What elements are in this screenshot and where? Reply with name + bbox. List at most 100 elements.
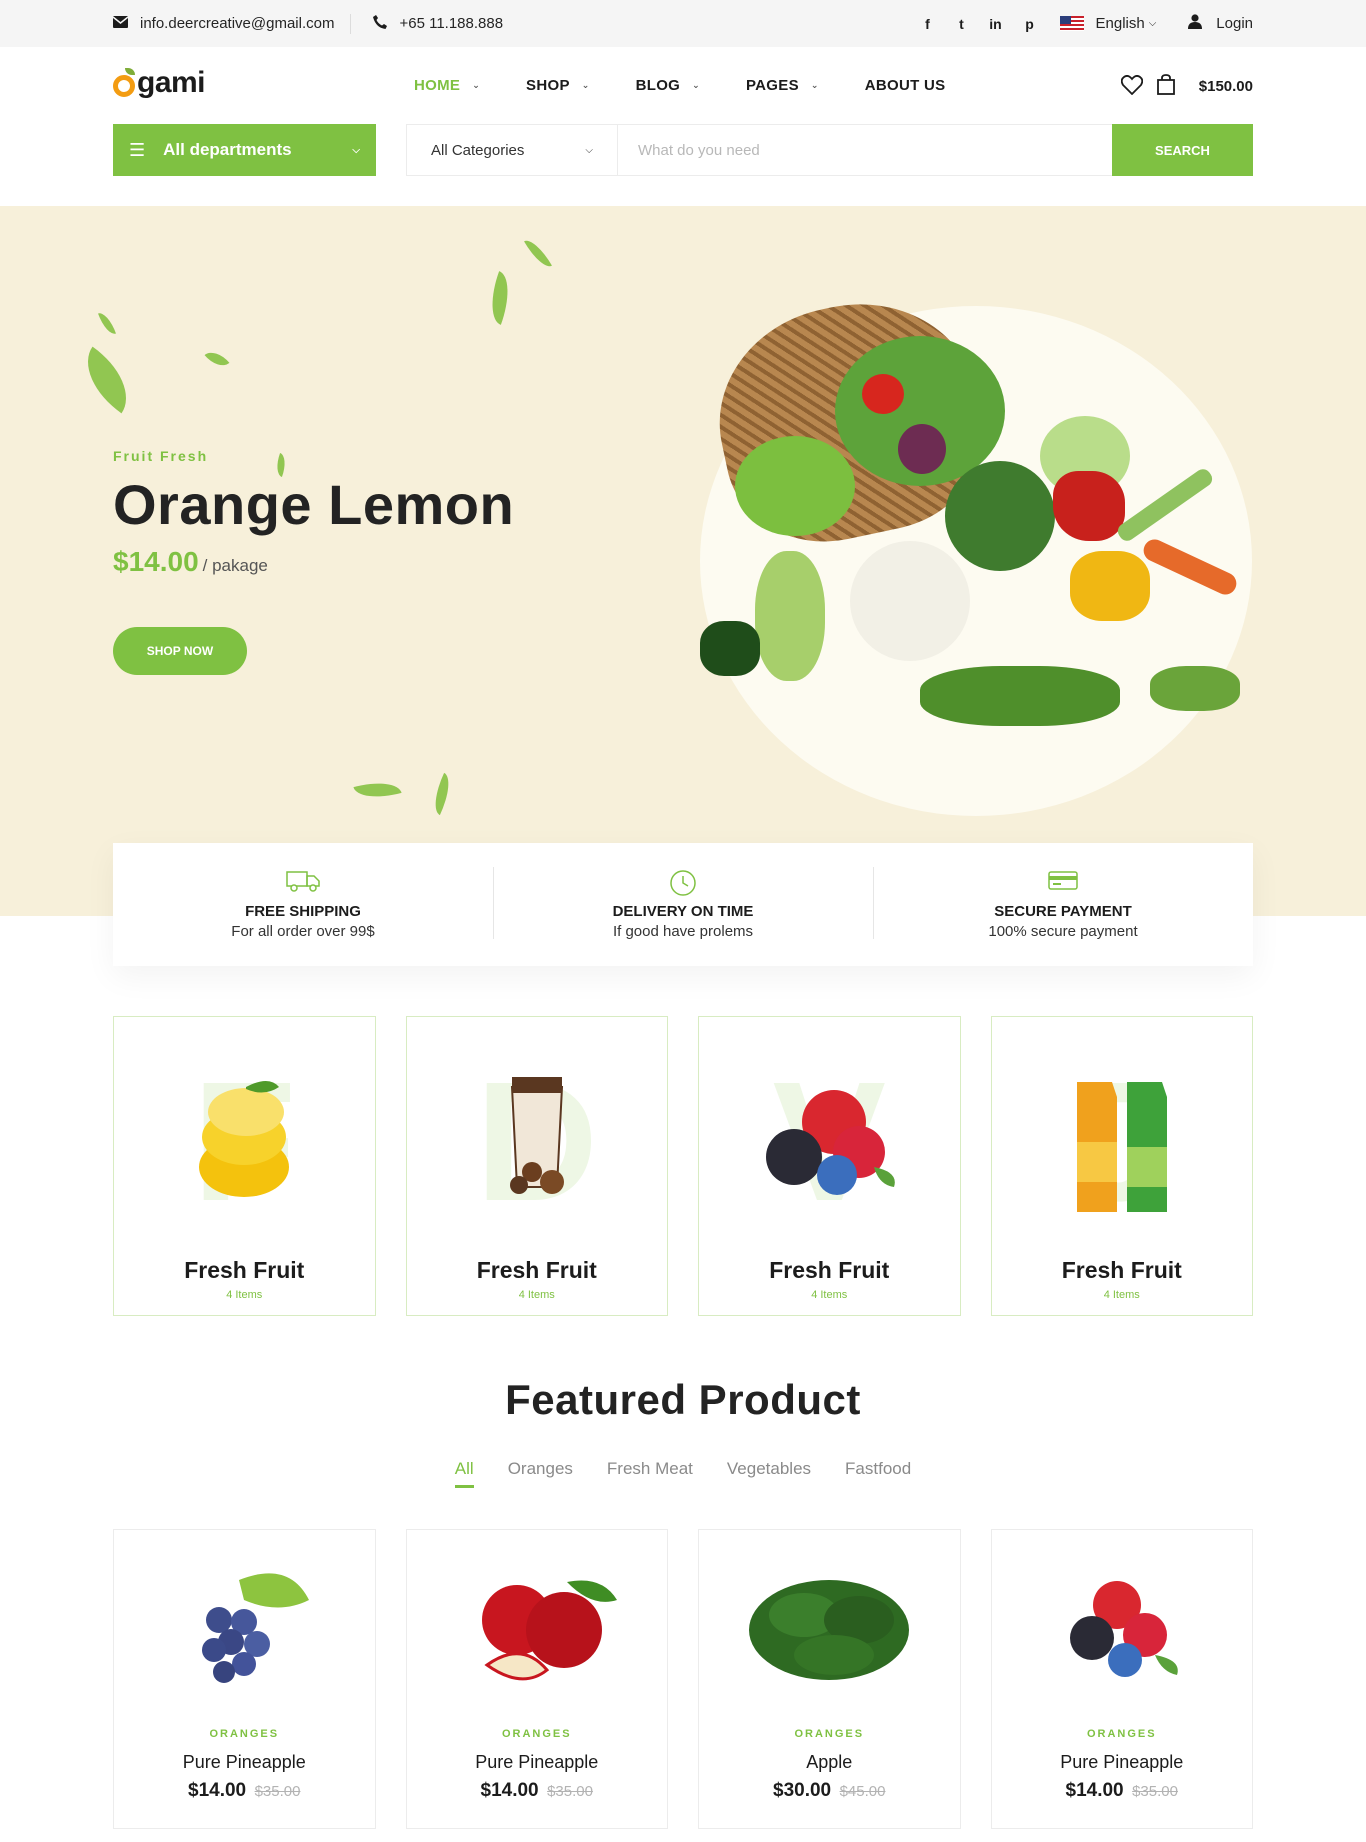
brussels-sprouts-shape (920, 666, 1120, 726)
hero-subtitle: Fruit Fresh (113, 448, 209, 464)
product-card[interactable]: ORANGES Apple $30.00 $45.00 (698, 1529, 961, 1829)
product-category: ORANGES (1086, 1728, 1157, 1740)
nav-pages-label: PAGES (745, 77, 799, 94)
product-price-current: $30.00 (773, 1780, 832, 1801)
category-card[interactable]: V Fresh Fruit 4 Items (698, 1016, 961, 1316)
heart-icon[interactable] (1120, 74, 1143, 99)
product-card[interactable]: ORANGES Pure Pineapple $14.00 $35.00 (405, 1529, 668, 1829)
main-nav: HOME ⌄ SHOP ⌄ BLOG ⌄ PAGES ⌄ ABOUT US (414, 77, 991, 94)
category-card[interactable]: J Fresh Fruit 4 Items (990, 1016, 1253, 1316)
nav-home[interactable]: HOME ⌄ (414, 77, 480, 94)
leaf-decoration (427, 772, 457, 816)
product-price-old: $35.00 (254, 1783, 301, 1800)
hero-price: $14.00 / pakage (113, 546, 268, 578)
twitter-icon[interactable]: t (954, 16, 970, 32)
product-price: $14.00 $35.00 (992, 1780, 1253, 1802)
tomato-shape (862, 374, 904, 414)
product-card[interactable]: ORANGES Pure Pineapple $14.00 $35.00 (990, 1529, 1253, 1829)
credit-card-icon (873, 869, 1253, 897)
product-price-current: $14.00 (480, 1780, 539, 1801)
cauliflower-shape (850, 541, 970, 661)
category-name: Fresh Fruit (769, 1257, 890, 1283)
product-grid: ORANGES Pure Pineapple $14.00 $35.00 ORA… (113, 1529, 1253, 1829)
nav-about-us[interactable]: ABOUT US (865, 77, 946, 94)
tab-vegetables[interactable]: Vegetables (727, 1459, 811, 1488)
category-name: Fresh Fruit (1061, 1257, 1182, 1283)
feature-secure-payment: SECURE PAYMENT 100% secure payment (873, 867, 1253, 940)
category-count: 4 Items (1103, 1289, 1140, 1301)
nav-about-label: ABOUT US (864, 77, 946, 94)
phone-contact[interactable]: +65 11.188.888 (373, 14, 503, 33)
product-price-current: $14.00 (1065, 1780, 1124, 1801)
search-button[interactable]: SEARCH (1112, 124, 1253, 176)
clock-icon (493, 869, 873, 897)
berries-image (749, 1067, 909, 1217)
search-input[interactable] (618, 125, 1112, 175)
brussels-sprouts-shape (1150, 666, 1240, 711)
nav-pages[interactable]: PAGES ⌄ (746, 77, 819, 94)
nav-blog[interactable]: BLOG ⌄ (636, 77, 700, 94)
email-contact[interactable]: info.deercreative@gmail.com (112, 15, 335, 32)
product-name[interactable]: Pure Pineapple (407, 1752, 668, 1773)
product-category: ORANGES (794, 1728, 865, 1740)
product-category: ORANGES (209, 1728, 280, 1740)
red-pepper-shape (1053, 471, 1125, 541)
product-card[interactable]: ORANGES Pure Pineapple $14.00 $35.00 (113, 1529, 376, 1829)
product-name[interactable]: Pure Pineapple (114, 1752, 375, 1773)
product-price-old: $35.00 (547, 1783, 593, 1800)
nav-shop[interactable]: SHOP ⌄ (526, 77, 590, 94)
email-text: info.deercreative@gmail.com (140, 15, 335, 32)
product-name[interactable]: Apple (699, 1752, 960, 1773)
product-name[interactable]: Pure Pineapple (992, 1752, 1253, 1773)
orange-logo-icon (113, 68, 135, 97)
tab-all[interactable]: All (454, 1459, 474, 1488)
category-select-label: All Categories (431, 141, 525, 159)
linkedin-icon[interactable]: in (988, 16, 1004, 32)
pinterest-icon[interactable]: p (1022, 16, 1038, 32)
divider (350, 13, 352, 34)
language-selector[interactable]: English ⌵ (1059, 15, 1157, 32)
feature-title: DELIVERY ON TIME (612, 903, 754, 920)
onion-shape (898, 424, 946, 474)
shop-now-button[interactable]: SHOP NOW (113, 627, 247, 675)
feature-desc: If good have prolems (612, 923, 754, 940)
phone-icon (373, 14, 388, 33)
leaf-decoration (524, 235, 552, 272)
chevron-down-icon: ⌵ (1148, 18, 1157, 29)
tab-fastfood[interactable]: Fastfood (845, 1459, 911, 1488)
category-card[interactable]: D Fresh Fruit 4 Items (405, 1016, 668, 1316)
nav-blog-label: BLOG (635, 77, 681, 94)
feature-delivery: DELIVERY ON TIME If good have prolems (493, 867, 873, 940)
all-departments-button[interactable]: ☰ All departments ⌵ (113, 124, 376, 176)
search-bar: All Categories ⌵ SEARCH (406, 124, 1253, 176)
product-price: $30.00 $45.00 (699, 1780, 960, 1802)
product-filter-tabs: All Oranges Fresh Meat Vegetables Fastfo… (0, 1459, 1366, 1488)
nav-home-label: HOME (414, 77, 461, 94)
nav-shop-label: SHOP (526, 77, 570, 94)
feature-free-shipping: FREE SHIPPING For all order over 99$ (113, 869, 493, 940)
hero-title: Orange Lemon (113, 473, 515, 536)
feature-title: FREE SHIPPING (245, 903, 361, 920)
leaf-decoration (70, 346, 144, 414)
header-actions: $150.00 (1120, 74, 1253, 99)
chevron-down-icon: ⌄ (581, 80, 590, 90)
tab-oranges[interactable]: Oranges (508, 1459, 573, 1488)
truck-icon (113, 869, 493, 897)
chinese-cabbage-shape (755, 551, 825, 681)
login-link[interactable]: Login (1174, 14, 1253, 33)
logo[interactable]: gami (113, 66, 206, 100)
product-price-current: $14.00 (188, 1780, 247, 1801)
chocolate-box-image (477, 1067, 597, 1217)
chevron-down-icon: ⌵ (352, 144, 360, 156)
grapes-image (159, 1560, 329, 1700)
shopping-bag-icon[interactable] (1156, 74, 1175, 99)
category-card[interactable]: F Fresh Fruit 4 Items (113, 1016, 376, 1316)
facebook-icon[interactable]: f (920, 16, 936, 32)
product-price-old: $35.00 (1132, 1783, 1178, 1800)
tab-fresh-meat[interactable]: Fresh Meat (607, 1459, 693, 1488)
spinach-image (744, 1560, 914, 1700)
category-count: 4 Items (811, 1289, 848, 1301)
hero-banner: Fruit Fresh Orange Lemon $14.00 / pakage… (0, 206, 1366, 916)
category-select[interactable]: All Categories ⌵ (407, 125, 618, 175)
cart-total[interactable]: $150.00 (1199, 78, 1253, 95)
